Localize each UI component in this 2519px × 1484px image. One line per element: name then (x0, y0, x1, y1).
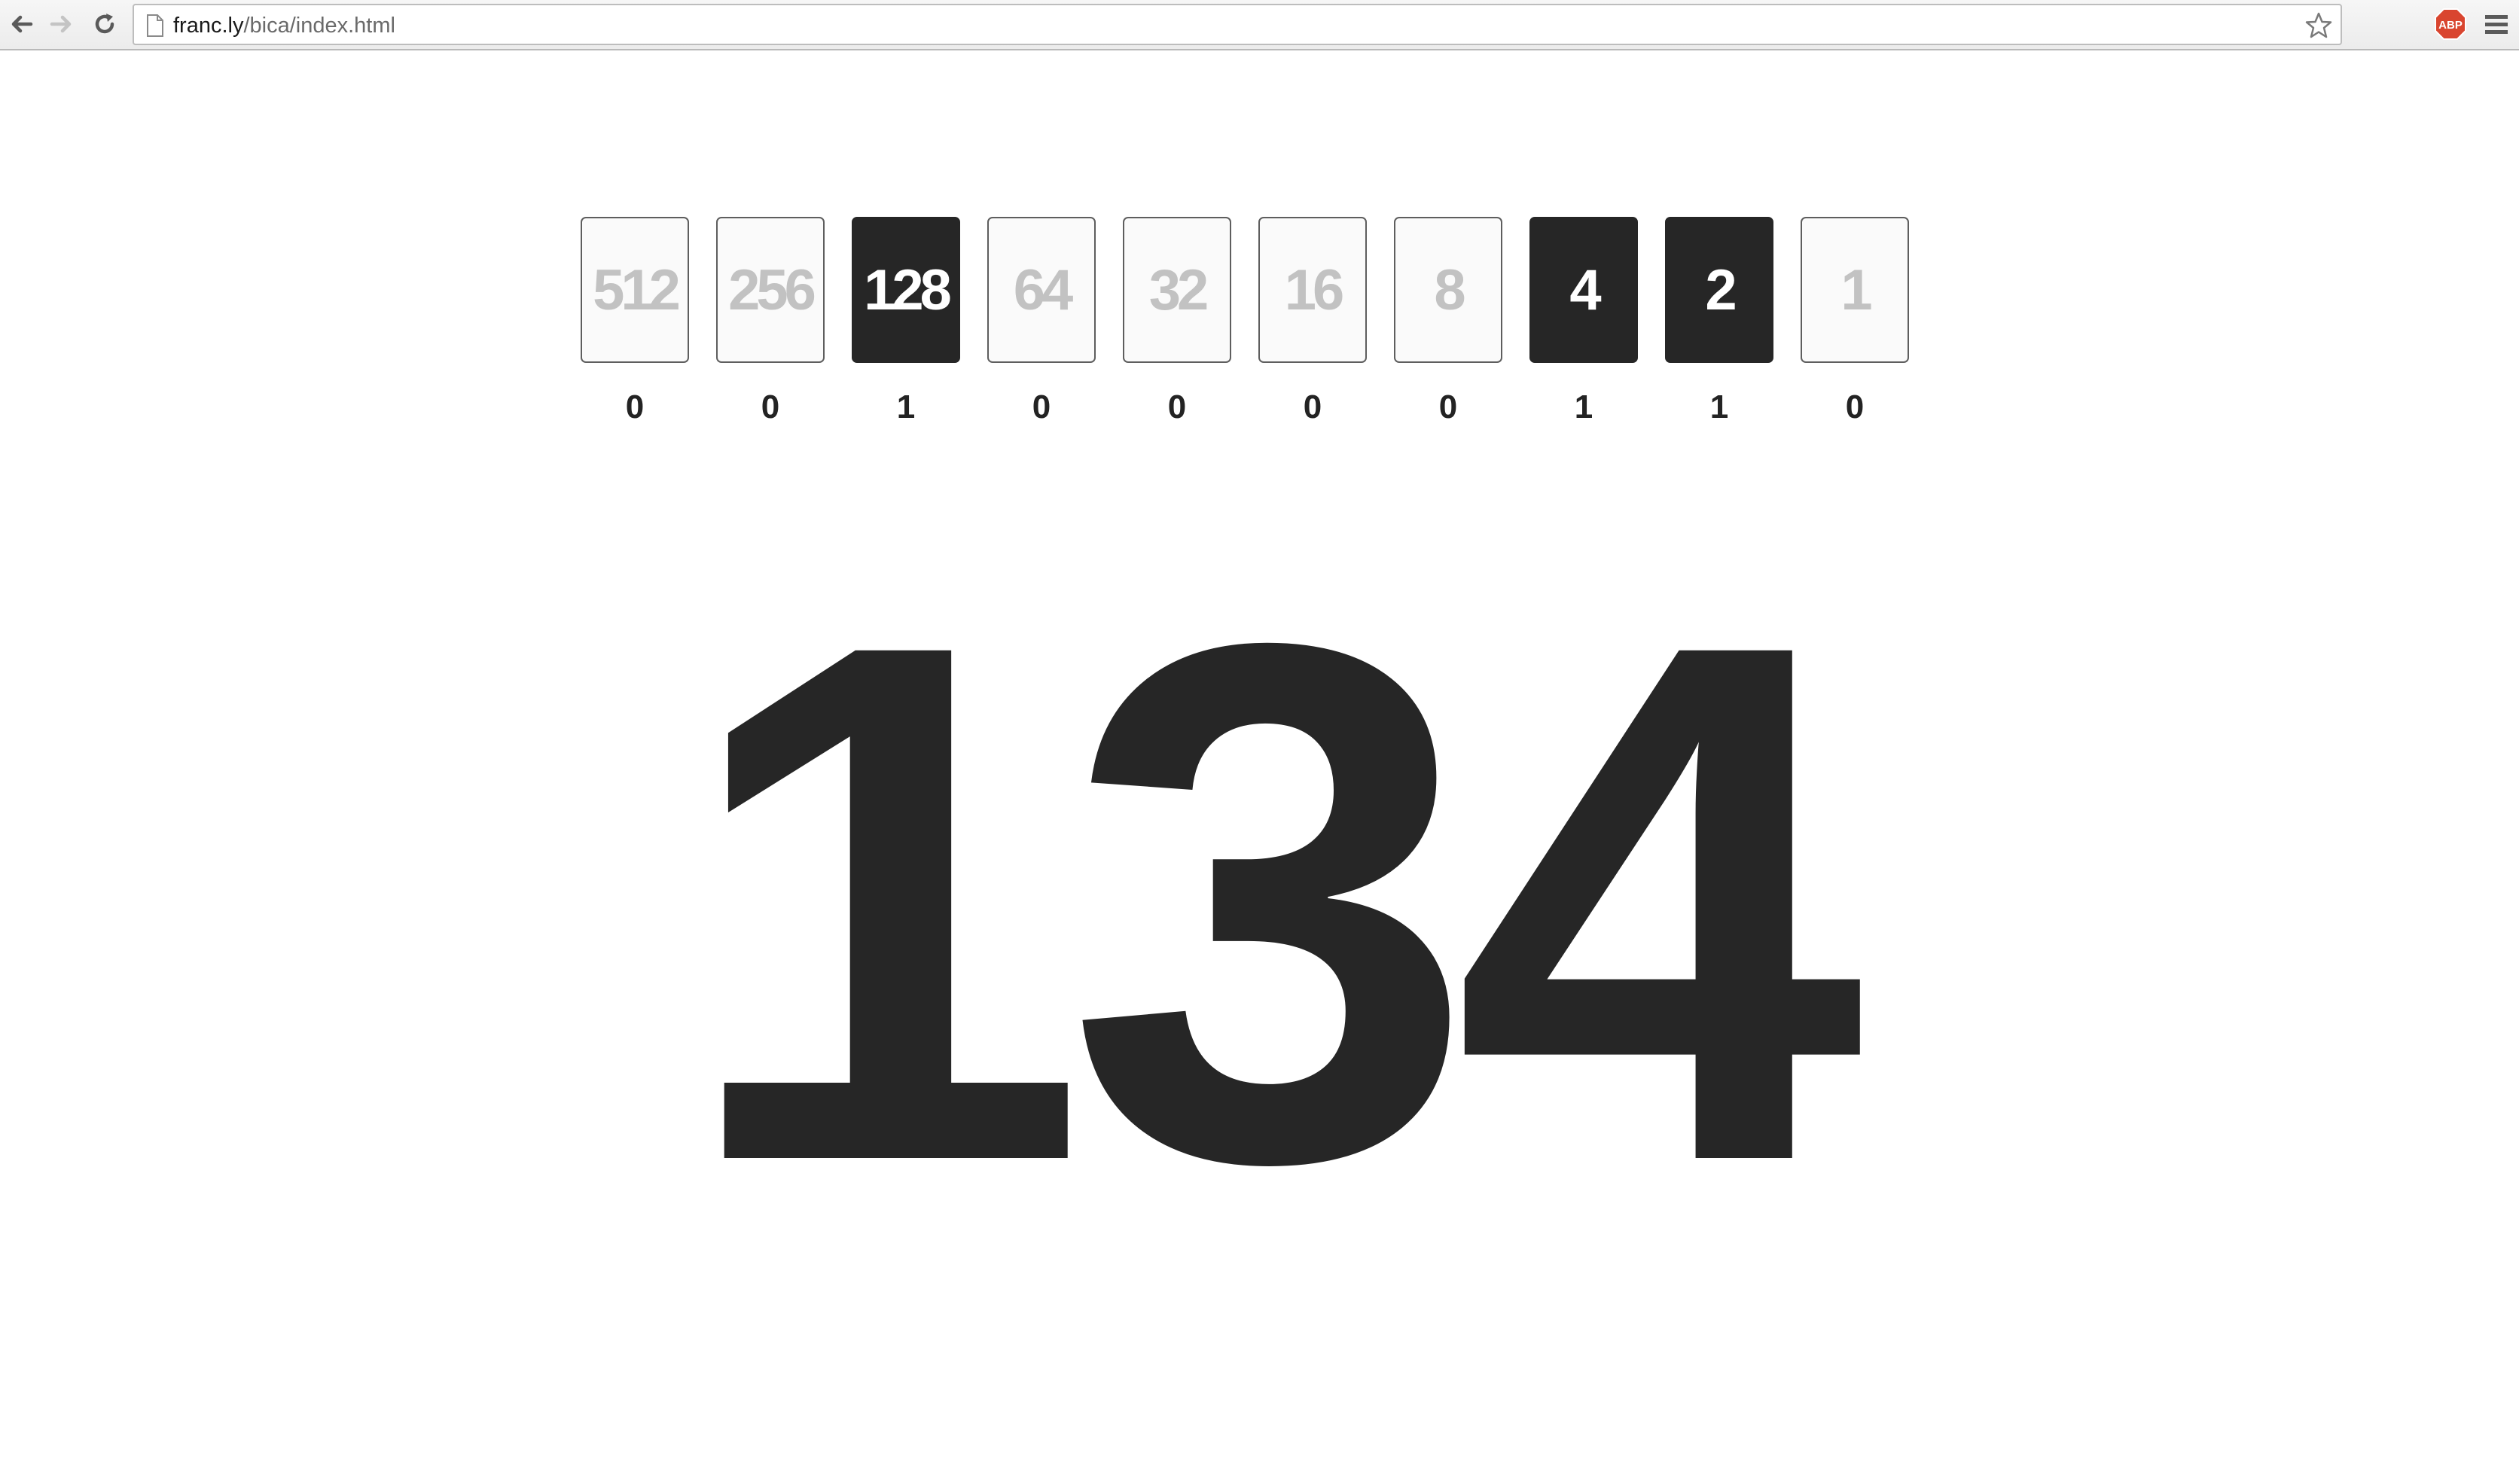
page-content: 512 256 128 64 32 16 8 4 2 1 0 0 1 0 0 0… (0, 52, 2519, 1484)
decimal-value: 134 (677, 490, 1864, 1315)
url-text[interactable]: franc.ly/bica/index.html (173, 14, 395, 37)
card-1[interactable]: 1 (1801, 217, 1909, 363)
bit-64: 0 (1032, 389, 1051, 425)
browser-toolbar: franc.ly/bica/index.html ABP (0, 0, 2519, 50)
bit-8: 0 (1438, 389, 1458, 425)
adblock-plus-icon[interactable]: ABP (2434, 8, 2467, 41)
card-16[interactable]: 16 (1258, 217, 1367, 363)
bit-32: 0 (1167, 389, 1187, 425)
star-icon[interactable] (2304, 11, 2333, 40)
address-bar[interactable]: franc.ly/bica/index.html (133, 4, 2342, 45)
back-button[interactable] (5, 6, 38, 42)
reload-icon (95, 14, 114, 34)
card-2[interactable]: 2 (1665, 217, 1773, 363)
url-domain: franc.ly (173, 14, 244, 38)
forward-button[interactable] (45, 6, 78, 42)
bit-2: 1 (1709, 389, 1729, 425)
hamburger-menu-icon[interactable] (2483, 11, 2510, 38)
card-32[interactable]: 32 (1123, 217, 1231, 363)
card-64[interactable]: 64 (987, 217, 1096, 363)
bit-256: 0 (761, 389, 780, 425)
adblock-badge-text: ABP (2438, 19, 2463, 32)
page-icon (147, 14, 163, 37)
card-4[interactable]: 4 (1529, 217, 1638, 363)
card-128[interactable]: 128 (852, 217, 960, 363)
back-arrow-icon (11, 15, 33, 33)
card-512[interactable]: 512 (581, 217, 689, 363)
url-path: /bica/index.html (243, 14, 395, 38)
bit-512: 0 (625, 389, 645, 425)
forward-arrow-icon (50, 15, 72, 33)
bit-16: 0 (1303, 389, 1322, 425)
card-256[interactable]: 256 (716, 217, 825, 363)
bit-1: 0 (1845, 389, 1865, 425)
bit-4: 1 (1574, 389, 1593, 425)
reload-button[interactable] (88, 6, 121, 42)
card-8[interactable]: 8 (1394, 217, 1502, 363)
bit-128: 1 (896, 389, 916, 425)
